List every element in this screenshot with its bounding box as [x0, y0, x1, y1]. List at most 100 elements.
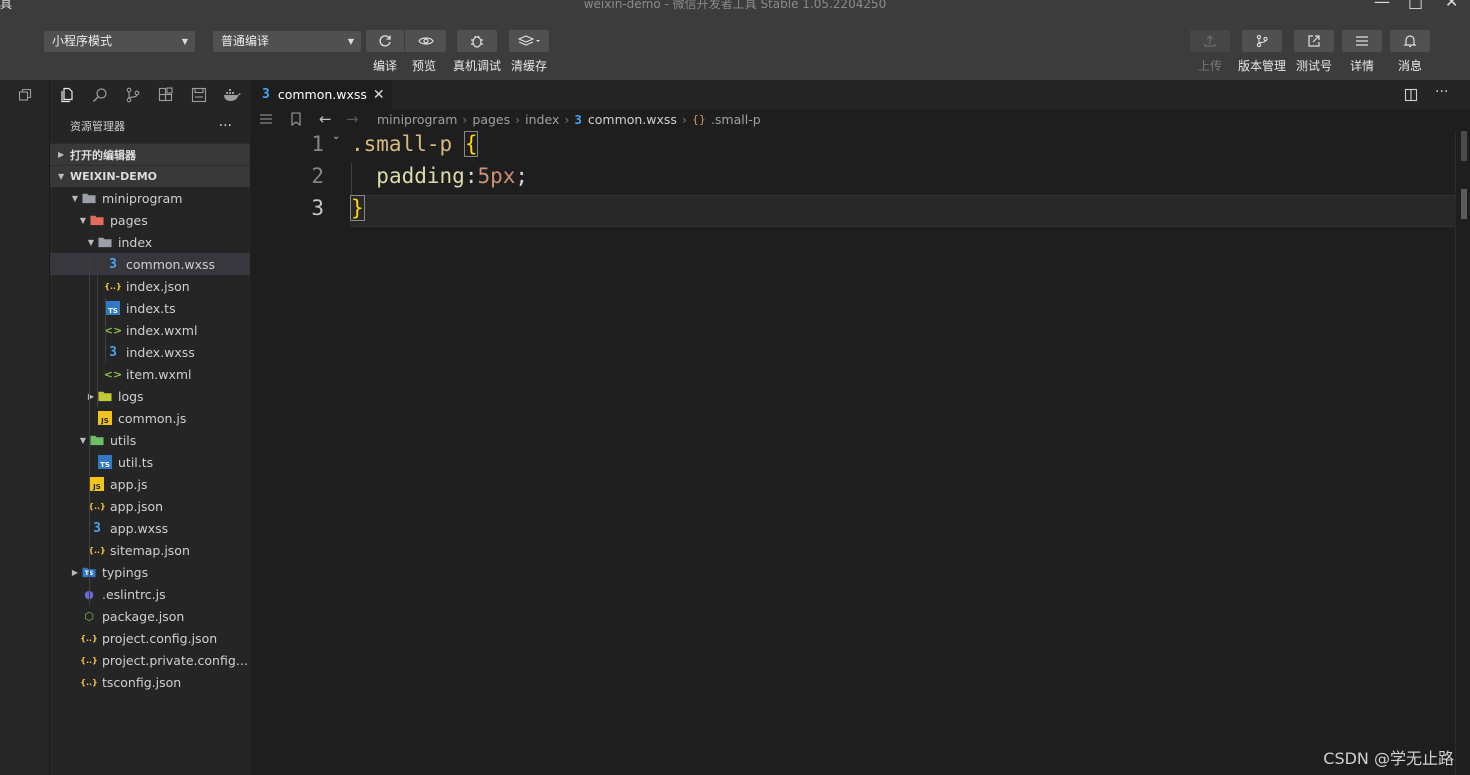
fold-chevron-icon[interactable]: ⌄	[332, 131, 340, 142]
npm-file-icon: ⬡	[82, 609, 96, 623]
tree-item[interactable]: ▼ index	[50, 231, 250, 253]
bookmark-button[interactable]	[290, 112, 302, 129]
tree-item[interactable]: ▼ pages	[50, 209, 250, 231]
chevron-down-icon[interactable]: ▼	[84, 238, 98, 247]
remote-debug-button[interactable]	[457, 30, 497, 52]
split-editor-button[interactable]	[1404, 87, 1418, 106]
tree-item-label: sitemap.json	[110, 542, 190, 558]
docker-icon	[223, 88, 241, 101]
folder-icon	[98, 235, 112, 249]
explorer-sidebar: 资源管理器 ··· ▶ 打开的编辑器 ▼ WEIXIN-DEMO ▼ minipr…	[50, 80, 250, 775]
wxss-file-icon: 3	[574, 112, 582, 127]
bell-icon	[1403, 35, 1417, 48]
explorer-more-button[interactable]: ···	[219, 118, 232, 134]
compile-mode-label: 普通编译	[221, 34, 270, 48]
back-arrow-icon[interactable]: ←	[319, 110, 332, 128]
chevron-down-icon[interactable]: ▼	[68, 194, 82, 203]
tree-item[interactable]: {..} project.config.json	[50, 627, 250, 649]
project-section[interactable]: ▼ WEIXIN-DEMO	[50, 165, 250, 187]
outline-toggle[interactable]	[259, 112, 273, 129]
tree-item[interactable]: ▼ utils	[50, 429, 250, 451]
source-control-view-button[interactable]	[116, 87, 149, 103]
breadcrumb-selector[interactable]: .small-p	[711, 112, 761, 127]
activity-bar	[0, 80, 50, 775]
tree-item[interactable]: ▶ logs	[50, 385, 250, 407]
compile-button[interactable]	[366, 30, 404, 52]
tree-item-label: common.wxss	[126, 256, 216, 272]
breadcrumb-index[interactable]: index	[525, 112, 559, 127]
search-view-button[interactable]	[83, 87, 116, 103]
editor-more-button[interactable]: ···	[1435, 84, 1448, 100]
chevron-right-icon[interactable]: ▶	[68, 568, 82, 577]
details-button[interactable]	[1342, 30, 1382, 52]
open-editors-section[interactable]: ▶ 打开的编辑器	[50, 143, 250, 165]
maximize-button[interactable]: □	[1408, 0, 1423, 11]
tree-item[interactable]: TS index.ts	[50, 297, 250, 319]
tree-item[interactable]: ⬡ package.json	[50, 605, 250, 627]
tree-item[interactable]: ▶TStypings	[50, 561, 250, 583]
tree-item[interactable]: 3 app.wxss	[50, 517, 250, 539]
file-glyph: {..}	[104, 281, 122, 291]
simulator-toggle[interactable]	[0, 80, 49, 109]
extensions-view-button[interactable]	[149, 86, 182, 103]
chevron-down-icon[interactable]: ▼	[76, 436, 90, 445]
tree-item[interactable]: {..} index.json	[50, 275, 250, 297]
wxss-file-icon: 3	[106, 257, 120, 272]
chevron-right-icon[interactable]: ▶	[84, 392, 98, 401]
scroll-thumb[interactable]	[1461, 131, 1467, 161]
chevron-down-icon: ▼	[58, 172, 65, 181]
close-tab-button[interactable]: ✕	[373, 87, 385, 103]
compile-mode-dropdown[interactable]: 普通编译 ▼	[213, 31, 361, 52]
tree-item[interactable]: <> index.wxml	[50, 319, 250, 341]
save-icon	[191, 87, 206, 102]
close-window-button[interactable]: ✕	[1445, 0, 1458, 11]
colon-token: :	[464, 164, 478, 188]
tree-item[interactable]: 3 index.wxss	[50, 341, 250, 363]
breadcrumb-pages[interactable]: pages	[472, 112, 510, 127]
forward-arrow-icon[interactable]: →	[346, 110, 359, 128]
tree-item-label: project.private.config.js...	[102, 652, 250, 668]
explorer-view-button[interactable]	[50, 87, 83, 103]
chevron-down-icon[interactable]: ▼	[76, 216, 90, 225]
docker-view-button[interactable]	[215, 88, 248, 102]
mode-dropdown[interactable]: 小程序模式 ▼	[44, 31, 195, 52]
breadcrumb-file[interactable]: common.wxss	[588, 112, 677, 127]
tree-item[interactable]: 3 common.wxss	[50, 253, 250, 275]
minimize-button[interactable]: —	[1374, 0, 1390, 11]
preview-button[interactable]	[404, 30, 446, 52]
clear-cache-button[interactable]	[509, 30, 549, 52]
file-glyph: ⬡	[84, 609, 94, 623]
tree-item[interactable]: {..} sitemap.json	[50, 539, 250, 561]
watermark: CSDN @学无止路	[1323, 749, 1454, 768]
git-branch-icon	[126, 87, 139, 102]
tree-item[interactable]: JS app.js	[50, 473, 250, 495]
code-line-1: .small-p {	[351, 131, 479, 157]
tree-item[interactable]: ▼ miniprogram	[50, 187, 250, 209]
version-management-label: 版本管理	[1237, 59, 1287, 73]
tree-item-label: utils	[110, 432, 137, 448]
breadcrumb-miniprogram[interactable]: miniprogram	[377, 112, 457, 127]
tree-item[interactable]: ●.eslintrc.js	[50, 583, 250, 605]
utils-folder-icon	[90, 433, 104, 447]
search-icon	[92, 87, 107, 102]
tree-item[interactable]: JS common.js	[50, 407, 250, 429]
tree-item-label: common.js	[118, 410, 187, 426]
tree-item[interactable]: {..} project.private.config.js...	[50, 649, 250, 671]
editor-scrollbar[interactable]	[1455, 131, 1470, 775]
tree-item[interactable]: {..} tsconfig.json	[50, 671, 250, 693]
tree-item[interactable]: TS util.ts	[50, 451, 250, 473]
file-glyph: 3	[93, 520, 101, 536]
test-account-button[interactable]	[1294, 30, 1334, 52]
messages-button[interactable]	[1390, 30, 1430, 52]
project-label: WEIXIN-DEMO	[70, 170, 158, 183]
tree-item[interactable]: {..} app.json	[50, 495, 250, 517]
version-management-button[interactable]	[1242, 30, 1282, 52]
code-editor[interactable]: 1 2 3 ⌄ .small-p { padding:5px; } CSDN @…	[250, 131, 1470, 775]
tree-item-label: miniprogram	[102, 190, 183, 206]
upload-button[interactable]	[1190, 30, 1230, 52]
tree-item[interactable]: <> item.wxml	[50, 363, 250, 385]
storage-view-button[interactable]	[182, 87, 215, 103]
css-value-token: 5px	[477, 164, 516, 188]
tab-common-wxss[interactable]: 3 common.wxss ✕	[250, 80, 392, 109]
tree-item-label: index.json	[126, 278, 190, 294]
